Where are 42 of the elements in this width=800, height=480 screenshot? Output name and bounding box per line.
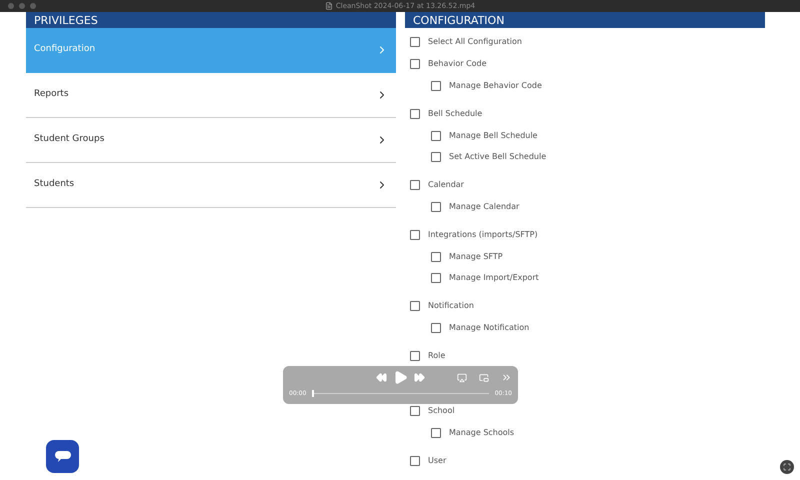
chat-bubble-icon (54, 451, 70, 462)
checkbox[interactable] (431, 202, 441, 212)
checkbox-label: Manage Bell Schedule (449, 130, 538, 142)
checkbox-label: Manage Schools (449, 426, 514, 438)
progress-handle[interactable] (312, 390, 314, 397)
checkbox[interactable] (410, 109, 420, 119)
checkbox-label: Calendar (428, 179, 464, 191)
checkbox[interactable] (410, 37, 420, 47)
checkbox[interactable] (410, 456, 420, 466)
checkbox-label: Manage Import/Export (449, 272, 539, 284)
checkbox-label: Manage SFTP (449, 250, 503, 262)
checkbox[interactable] (431, 152, 441, 162)
checkbox-label: Integrations (imports/SFTP) (428, 229, 538, 241)
checkbox[interactable] (410, 230, 420, 240)
section-title: CONFIGURATION (413, 14, 504, 28)
fullscreen-button[interactable] (780, 460, 794, 474)
checkbox[interactable] (410, 406, 420, 416)
checkbox[interactable] (431, 428, 441, 438)
checkbox-label: School (428, 405, 455, 417)
checkbox[interactable] (410, 301, 420, 311)
checkbox[interactable] (431, 130, 441, 140)
checkbox-label: Select All Configuration (428, 36, 522, 48)
checkbox-label: Notification (428, 300, 474, 312)
checkbox[interactable] (410, 351, 420, 361)
checkbox-label: Bell Schedule (428, 108, 482, 120)
checkbox[interactable] (431, 80, 441, 90)
checkbox-label: Set Active Bell Schedule (449, 150, 546, 162)
checkbox[interactable] (431, 322, 441, 332)
checkbox-label: Manage Calendar (449, 200, 520, 212)
chat-button[interactable] (46, 440, 79, 473)
checkbox-label: Manage Behavior Code (449, 80, 542, 92)
checkbox[interactable] (410, 180, 420, 190)
file-icon (324, 2, 333, 10)
fullscreen-icon (783, 463, 791, 471)
checkbox-label: Role (428, 350, 446, 362)
checkbox[interactable] (410, 59, 420, 69)
checkbox-label: User (428, 455, 446, 467)
section-title: PRIVILEGES (34, 14, 98, 28)
checkbox-label: Manage Notification (449, 322, 530, 334)
checkbox-label: Behavior Code (428, 58, 487, 70)
checkbox[interactable] (431, 252, 441, 262)
checkbox[interactable] (431, 272, 441, 282)
